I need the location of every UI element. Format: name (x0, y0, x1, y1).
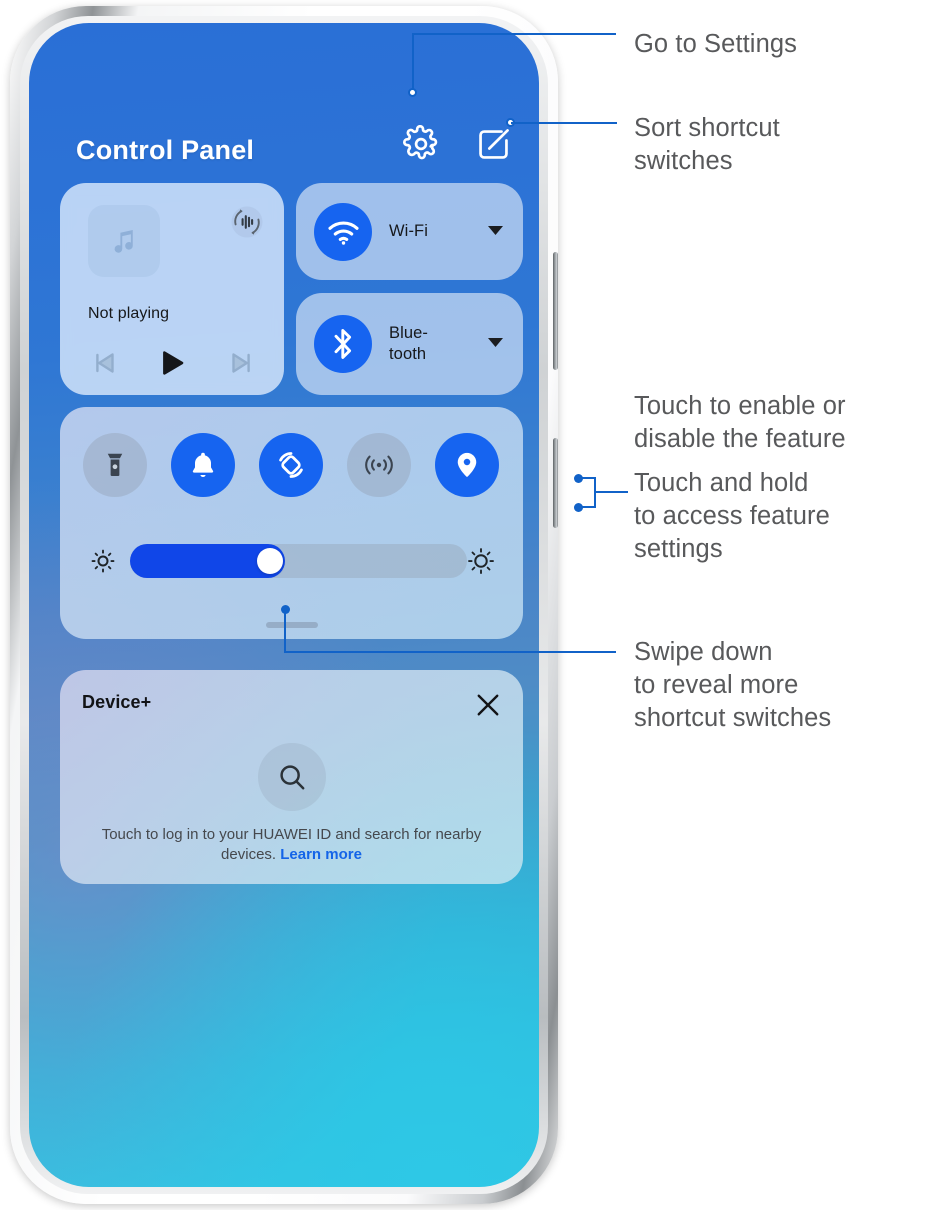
annotation-touch-enable-line1: Touch to enable or (634, 392, 846, 420)
bluetooth-label-line1: Blue- (389, 324, 429, 342)
brightness-row (60, 541, 523, 581)
location-toggle[interactable] (435, 433, 499, 497)
search-icon[interactable] (257, 743, 326, 811)
wifi-tile[interactable]: Wi-Fi (296, 183, 523, 280)
ring-toggle[interactable] (171, 433, 235, 497)
device-plus-title: Device+ (82, 692, 152, 712)
flashlight-toggle[interactable] (83, 433, 147, 497)
leader-line-swipe-v (284, 608, 286, 653)
chevron-down-icon[interactable] (487, 223, 504, 241)
annotation-touch-hold-line3: settings (634, 535, 723, 563)
power-button[interactable] (553, 438, 558, 528)
leader-line-settings-v (412, 33, 414, 90)
annotation-sort-line1: Sort shortcut (634, 114, 780, 142)
bluetooth-label-line2: tooth (389, 345, 427, 363)
media-status-label: Not playing (88, 305, 170, 322)
annotation-go-to-settings: Go to Settings (634, 30, 797, 58)
shortcut-switch-row (60, 433, 523, 497)
bluetooth-tile[interactable]: Blue- tooth (296, 293, 523, 395)
edit-icon[interactable] (475, 126, 512, 163)
screenshot-root: Control Panel Not playing Wi-Fi Blue- to… (0, 0, 930, 1210)
volume-button[interactable] (553, 252, 558, 370)
previous-track-button[interactable] (86, 343, 126, 383)
page-title: Control Panel (76, 135, 255, 165)
learn-more-link[interactable]: Learn more (280, 846, 362, 863)
annotation-touch-to-enable: Touch to enable or disable the feature (634, 390, 930, 456)
leader-line-settings-h (412, 33, 616, 35)
annotation-swipe-line3: shortcut switches (634, 704, 832, 732)
wifi-label: Wi-Fi (389, 222, 428, 240)
brightness-low-icon (88, 546, 118, 576)
annotation-swipe-line2: to reveal more (634, 671, 799, 699)
annotation-touch-and-hold: Touch and hold to access feature setting… (634, 467, 930, 566)
annotation-sort-line2: switches (634, 147, 733, 175)
annotation-touch-enable-line2: disable the feature (634, 425, 846, 453)
next-track-button[interactable] (220, 343, 260, 383)
bluetooth-icon (314, 315, 372, 373)
annotation-touch-hold-line1: Touch and hold (634, 469, 809, 497)
audio-cast-icon[interactable] (230, 205, 264, 239)
music-note-icon (114, 230, 133, 253)
brightness-slider-knob[interactable] (257, 548, 283, 574)
chevron-down-icon[interactable] (487, 335, 504, 353)
media-controls (60, 343, 284, 383)
gear-icon[interactable] (402, 124, 440, 163)
wifi-icon (314, 202, 372, 261)
annotation-swipe-down: Swipe down to reveal more shortcut switc… (634, 636, 930, 735)
panel-drag-handle[interactable] (265, 622, 318, 628)
leader-line-sort-h (511, 122, 617, 124)
leader-bracket-stub (594, 491, 628, 493)
shortcut-switches-card (60, 407, 523, 639)
album-art-placeholder (88, 205, 160, 277)
brightness-high-icon (466, 546, 496, 576)
annotation-sort-shortcut-switches: Sort shortcut switches (634, 112, 924, 178)
close-icon[interactable] (473, 690, 503, 720)
brightness-slider[interactable] (130, 544, 467, 578)
hotspot-toggle[interactable] (347, 433, 411, 497)
annotation-touch-hold-line2: to access feature (634, 502, 830, 530)
device-plus-card: Device+ Touch to log in to your HUAWEI I… (60, 670, 523, 884)
device-plus-description: Touch to log in to your HUAWEI ID and se… (78, 825, 505, 865)
leader-line-swipe-h (284, 651, 616, 653)
bluetooth-label: Blue- tooth (389, 323, 487, 365)
play-button[interactable] (152, 343, 192, 383)
auto-rotate-toggle[interactable] (259, 433, 323, 497)
annotation-swipe-line1: Swipe down (634, 638, 773, 666)
media-player-card[interactable]: Not playing (60, 183, 284, 395)
